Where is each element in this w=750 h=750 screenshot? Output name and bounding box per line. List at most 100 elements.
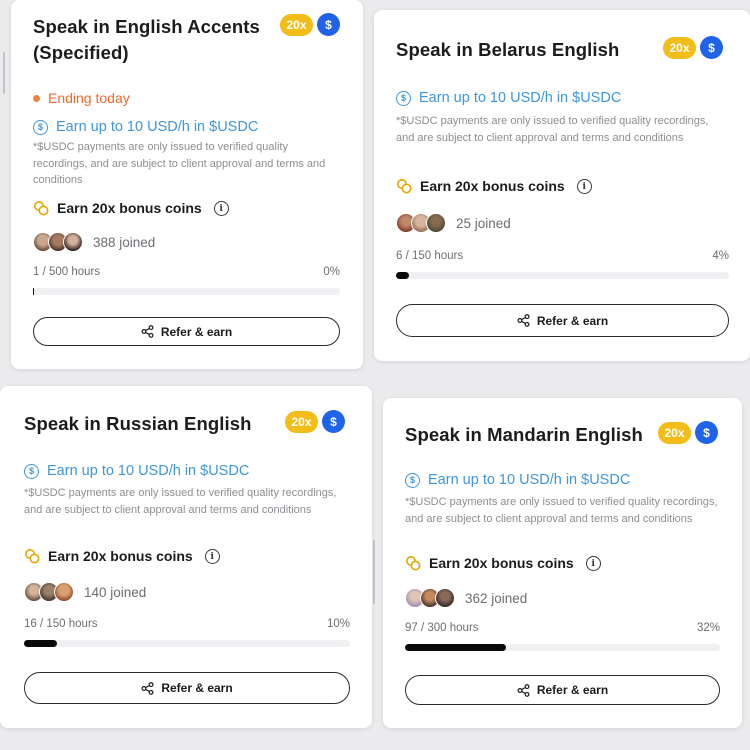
hours-progress-label: 16 / 150 hours 10% [24, 618, 350, 630]
info-icon[interactable]: i [585, 555, 601, 571]
share-icon [517, 683, 530, 697]
info-icon[interactable]: i [213, 200, 229, 216]
refer-button-label: Refer & earn [161, 681, 233, 695]
card-badges: 20x $ [663, 36, 723, 59]
refer-button-label: Refer & earn [536, 313, 609, 328]
progress-bar [405, 644, 720, 651]
earn-rate: $ Earn up to 10 USD/h in $USDC [396, 90, 621, 106]
earn-rate: $ Earn up to 10 USD/h in $USDC [24, 463, 249, 479]
progress-fill [33, 288, 34, 295]
refer-and-earn-button[interactable]: Refer & earn [33, 317, 340, 346]
progress-percent: 4% [712, 250, 729, 262]
usd-badge-icon: $ [700, 36, 723, 59]
avatar-group [24, 582, 74, 602]
card-badges: 20x $ [280, 13, 340, 36]
bonus-coins: Earn 20x bonus coins i [33, 200, 229, 216]
refer-and-earn-button[interactable]: Refer & earn [396, 304, 729, 337]
usd-circle-icon: $ [396, 90, 411, 106]
avatar-group [405, 588, 455, 608]
info-icon[interactable]: i [576, 178, 592, 194]
share-icon [517, 314, 530, 327]
bonus-multiplier-badge: 20x [285, 410, 318, 433]
avatar [435, 588, 455, 608]
progress-bar [33, 288, 340, 295]
usd-badge-icon: $ [322, 410, 345, 433]
share-icon [141, 681, 154, 695]
earn-rate-text: Earn up to 10 USD/h in $USDC [56, 119, 259, 135]
coins-icon [25, 549, 40, 564]
usd-circle-icon: $ [24, 463, 39, 479]
bonus-coins: Earn 20x bonus coins i [405, 555, 601, 571]
card-badges: 20x $ [285, 410, 345, 433]
payment-disclaimer: *$USDC payments are only issued to verif… [396, 115, 709, 144]
joined-participants: 362 joined [405, 588, 527, 608]
avatar [63, 232, 83, 252]
progress-bar [24, 640, 350, 647]
progress-fill [405, 644, 506, 651]
payment-disclaimer: *$USDC payments are only issued to verif… [405, 496, 718, 525]
task-card-belarus-english[interactable]: Speak in Belarus English 20x $ $ Earn up… [374, 10, 750, 361]
card-title: Speak in English Accents (Specified) [33, 16, 260, 63]
earn-rate: $ Earn up to 10 USD/h in $USDC [33, 119, 258, 135]
coins-icon [406, 556, 421, 571]
progress-fill [24, 640, 57, 647]
card-title: Speak in Mandarin English [405, 424, 643, 445]
bonus-coins-text: Earn 20x bonus coins [420, 178, 565, 194]
status-ending-today: Ending today [33, 90, 130, 106]
card-title: Speak in Russian English [24, 413, 252, 434]
refer-button-label: Refer & earn [536, 683, 609, 697]
refer-and-earn-button[interactable]: Refer & earn [405, 675, 720, 705]
avatar [426, 213, 446, 233]
hours-progress-label: 1 / 500 hours 0% [33, 266, 340, 278]
hours-count: 16 / 150 hours [24, 618, 98, 630]
bonus-multiplier-badge: 20x [663, 36, 696, 59]
usd-badge-icon: $ [695, 421, 718, 444]
coins-icon [34, 201, 49, 216]
card-badges: 20x $ [658, 421, 718, 444]
hours-count: 1 / 500 hours [33, 266, 101, 278]
joined-count: 362 joined [465, 590, 528, 606]
usd-circle-icon: $ [405, 472, 420, 488]
earn-rate-text: Earn up to 10 USD/h in $USDC [428, 472, 631, 488]
refer-and-earn-button[interactable]: Refer & earn [24, 672, 350, 704]
joined-participants: 388 joined [33, 232, 155, 252]
hours-progress-label: 97 / 300 hours 32% [405, 622, 720, 634]
joined-count: 25 joined [456, 215, 511, 231]
usd-badge-icon: $ [317, 13, 340, 36]
refer-button-label: Refer & earn [160, 324, 233, 339]
progress-percent: 10% [326, 618, 350, 630]
avatar [54, 582, 74, 602]
status-dot-icon [33, 94, 40, 102]
hours-count: 6 / 150 hours [396, 250, 464, 262]
hours-count: 97 / 300 hours [405, 622, 479, 634]
status-text: Ending today [48, 90, 130, 106]
bonus-coins: Earn 20x bonus coins i [396, 178, 592, 194]
bonus-coins-text: Earn 20x bonus coins [57, 200, 202, 216]
task-card-english-accents[interactable]: Speak in English Accents (Specified) 20x… [11, 0, 363, 369]
task-card-mandarin-english[interactable]: Speak in Mandarin English 20x $ $ Earn u… [383, 398, 742, 728]
joined-count: 388 joined [93, 234, 156, 250]
info-icon[interactable]: i [204, 548, 220, 564]
bonus-multiplier-badge: 20x [280, 13, 313, 36]
usd-circle-icon: $ [33, 119, 48, 135]
bonus-multiplier-badge: 20x [658, 421, 691, 444]
bonus-coins-text: Earn 20x bonus coins [48, 548, 193, 564]
progress-fill [396, 272, 410, 279]
scroll-indicator-left[interactable] [3, 52, 5, 94]
coins-icon [397, 179, 412, 194]
progress-bar [396, 272, 729, 279]
avatar-group [396, 213, 446, 233]
bonus-coins-text: Earn 20x bonus coins [429, 555, 574, 571]
joined-participants: 25 joined [396, 213, 511, 233]
earn-rate-text: Earn up to 10 USD/h in $USDC [419, 90, 622, 106]
bonus-coins: Earn 20x bonus coins i [24, 548, 220, 564]
earn-rate-text: Earn up to 10 USD/h in $USDC [47, 463, 250, 479]
payment-disclaimer: *$USDC payments are only issued to verif… [33, 141, 326, 186]
task-card-russian-english[interactable]: Speak in Russian English 20x $ $ Earn up… [0, 386, 372, 728]
scroll-indicator-middle[interactable] [373, 540, 375, 604]
card-title: Speak in Belarus English [396, 39, 620, 60]
hours-progress-label: 6 / 150 hours 4% [396, 250, 729, 262]
joined-count: 140 joined [84, 584, 147, 600]
avatar-group [33, 232, 83, 252]
earn-rate: $ Earn up to 10 USD/h in $USDC [405, 472, 630, 488]
